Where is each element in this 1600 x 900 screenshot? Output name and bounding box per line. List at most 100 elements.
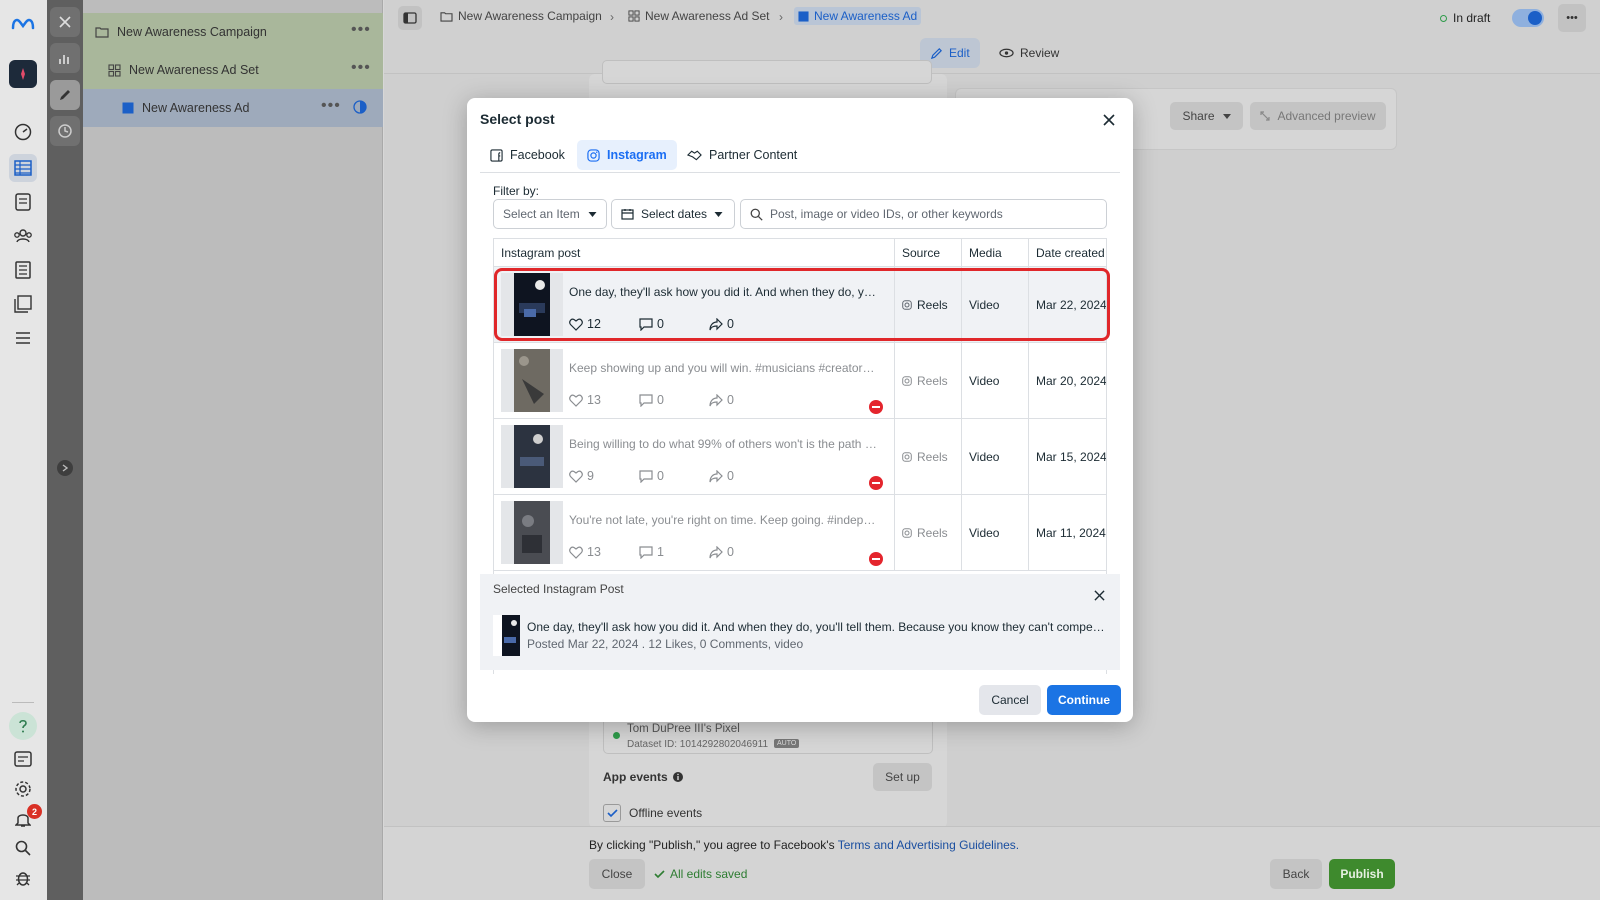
inbox-icon[interactable] bbox=[9, 745, 37, 773]
table-row[interactable]: Keep showing up and you will win. #music… bbox=[494, 343, 1106, 419]
breadcrumb-campaign-label: New Awareness Campaign bbox=[458, 9, 602, 23]
offline-events-checkbox[interactable]: Offline events bbox=[603, 804, 702, 822]
close-dialog-icon[interactable] bbox=[1099, 110, 1119, 130]
publish-bar: By clicking "Publish," you agree to Face… bbox=[384, 826, 1600, 900]
more-options-icon[interactable]: ••• bbox=[1558, 4, 1586, 32]
tree-item-adset[interactable]: New Awareness Ad Set ••• bbox=[83, 51, 383, 89]
pixel-name: Tom DuPree III's Pixel bbox=[627, 723, 740, 735]
tree-item-campaign[interactable]: New Awareness Campaign ••• bbox=[83, 13, 383, 51]
edit-pencil-icon[interactable] bbox=[50, 80, 80, 110]
selected-post-meta: Posted Mar 22, 2024 . 12 Likes, 0 Commen… bbox=[527, 637, 804, 651]
catalog-icon[interactable] bbox=[9, 290, 37, 318]
checkbox-checked-icon[interactable] bbox=[603, 804, 621, 822]
media-cell: Video bbox=[962, 343, 1029, 419]
shares-count: 0 bbox=[727, 393, 734, 407]
all-tools-menu-icon[interactable] bbox=[9, 324, 37, 352]
publish-notice: By clicking "Publish," you agree to Face… bbox=[589, 838, 1019, 852]
post-cell: Keep showing up and you will win. #music… bbox=[494, 343, 895, 419]
expand-chevron-icon[interactable] bbox=[57, 460, 73, 476]
table-row[interactable]: You're not late, you're right on time. K… bbox=[494, 495, 1106, 571]
tab-instagram[interactable]: Instagram bbox=[577, 140, 677, 170]
select-post-dialog: Select post Facebook Instagram Partner C… bbox=[467, 98, 1133, 722]
toggle-sidebar-icon[interactable] bbox=[398, 6, 422, 30]
tree-item-ad[interactable]: New Awareness Ad ••• bbox=[83, 89, 383, 127]
post-caption: One day, they'll ask how you did it. And… bbox=[569, 285, 879, 299]
share-button[interactable]: Share bbox=[1170, 102, 1243, 130]
account-avatar[interactable] bbox=[9, 60, 37, 88]
date-cell: Mar 15, 2024 bbox=[1036, 450, 1107, 464]
auto-badge: AUTO bbox=[774, 739, 800, 748]
column-header-date[interactable]: Date created bbox=[1029, 239, 1106, 267]
campaign-more-icon[interactable]: ••• bbox=[351, 21, 371, 39]
table-row[interactable]: One day, they'll ask how you did it. And… bbox=[494, 267, 1107, 343]
tab-facebook-label: Facebook bbox=[510, 148, 565, 162]
audiences-icon[interactable] bbox=[9, 222, 37, 250]
share-arrow-icon bbox=[709, 469, 723, 482]
search-icon[interactable] bbox=[9, 834, 37, 862]
folder-icon bbox=[440, 11, 453, 22]
media-cell: Video bbox=[962, 419, 1029, 495]
adset-grid-icon bbox=[628, 10, 640, 22]
shares-count: 0 bbox=[727, 545, 734, 559]
breadcrumb-campaign[interactable]: New Awareness Campaign bbox=[440, 9, 602, 23]
settings-gear-icon[interactable] bbox=[9, 775, 37, 803]
breadcrumb-ad[interactable]: New Awareness Ad bbox=[794, 7, 922, 25]
clear-selection-icon[interactable] bbox=[1090, 586, 1108, 604]
dashboard-icon[interactable] bbox=[9, 118, 37, 146]
publish-button[interactable]: Publish bbox=[1329, 859, 1395, 889]
share-arrow-icon bbox=[709, 393, 723, 406]
breadcrumb-adset[interactable]: New Awareness Ad Set bbox=[628, 9, 770, 23]
back-button[interactable]: Back bbox=[1270, 859, 1322, 889]
source-label: Reels bbox=[917, 450, 948, 464]
adset-more-icon[interactable]: ••• bbox=[351, 59, 371, 77]
adset-grid-icon bbox=[108, 63, 121, 77]
filter-label: Filter by: bbox=[493, 184, 540, 198]
search-placeholder: Post, image or video IDs, or other keywo… bbox=[770, 207, 1003, 221]
column-header-media[interactable]: Media bbox=[962, 239, 1029, 267]
charts-icon[interactable] bbox=[50, 43, 80, 73]
advanced-preview-button[interactable]: Advanced preview bbox=[1250, 102, 1386, 130]
calendar-icon bbox=[621, 209, 634, 220]
instagram-icon bbox=[902, 452, 912, 462]
pixel-status-dot-icon bbox=[613, 732, 620, 739]
billing-icon[interactable] bbox=[9, 256, 37, 284]
share-arrow-icon bbox=[709, 545, 723, 558]
comment-icon bbox=[639, 317, 653, 331]
edit-review-bar: Edit Review bbox=[384, 36, 1600, 74]
history-clock-icon[interactable] bbox=[50, 116, 80, 146]
bug-report-icon[interactable] bbox=[9, 864, 37, 892]
column-header-post[interactable]: Instagram post bbox=[494, 239, 895, 267]
column-header-source[interactable]: Source bbox=[895, 239, 962, 267]
comments-count: 1 bbox=[657, 545, 664, 559]
post-stats: 13 1 0 bbox=[569, 545, 779, 559]
comments-count: 0 bbox=[657, 317, 664, 331]
draft-toggle[interactable] bbox=[1512, 9, 1544, 27]
shares-count: 0 bbox=[727, 317, 734, 331]
meta-logo-icon[interactable] bbox=[9, 10, 37, 38]
post-search-input[interactable]: Post, image or video IDs, or other keywo… bbox=[740, 199, 1107, 229]
tab-partner-content[interactable]: Partner Content bbox=[677, 140, 807, 170]
close-button[interactable]: Close bbox=[589, 859, 645, 889]
reports-icon[interactable] bbox=[9, 188, 37, 216]
ads-manager-icon[interactable] bbox=[9, 154, 37, 182]
tab-facebook[interactable]: Facebook bbox=[480, 140, 575, 170]
item-filter-dropdown[interactable]: Select an Item bbox=[493, 199, 607, 229]
eye-icon bbox=[999, 48, 1014, 58]
post-cell: Being willing to do what 99% of others w… bbox=[494, 419, 895, 495]
continue-button[interactable]: Continue bbox=[1047, 685, 1121, 715]
table-row[interactable]: Being willing to do what 99% of others w… bbox=[494, 419, 1107, 495]
ad-more-icon[interactable]: ••• bbox=[321, 97, 341, 115]
terms-link[interactable]: Terms and Advertising Guidelines. bbox=[838, 838, 1019, 852]
comment-icon bbox=[639, 469, 653, 483]
help-icon[interactable] bbox=[9, 712, 37, 740]
contrast-icon[interactable] bbox=[353, 100, 367, 114]
cancel-button[interactable]: Cancel bbox=[979, 685, 1041, 715]
date-filter-dropdown[interactable]: Select dates bbox=[611, 199, 735, 229]
breadcrumb-adset-label: New Awareness Ad Set bbox=[645, 9, 770, 23]
date-cell: Mar 22, 2024 bbox=[1036, 298, 1107, 312]
tab-review[interactable]: Review bbox=[989, 38, 1069, 68]
app-events-label: App events bbox=[603, 770, 668, 784]
close-editor-button[interactable] bbox=[50, 7, 80, 37]
setup-button[interactable]: Set up bbox=[873, 763, 932, 791]
likes-count: 12 bbox=[587, 317, 601, 331]
